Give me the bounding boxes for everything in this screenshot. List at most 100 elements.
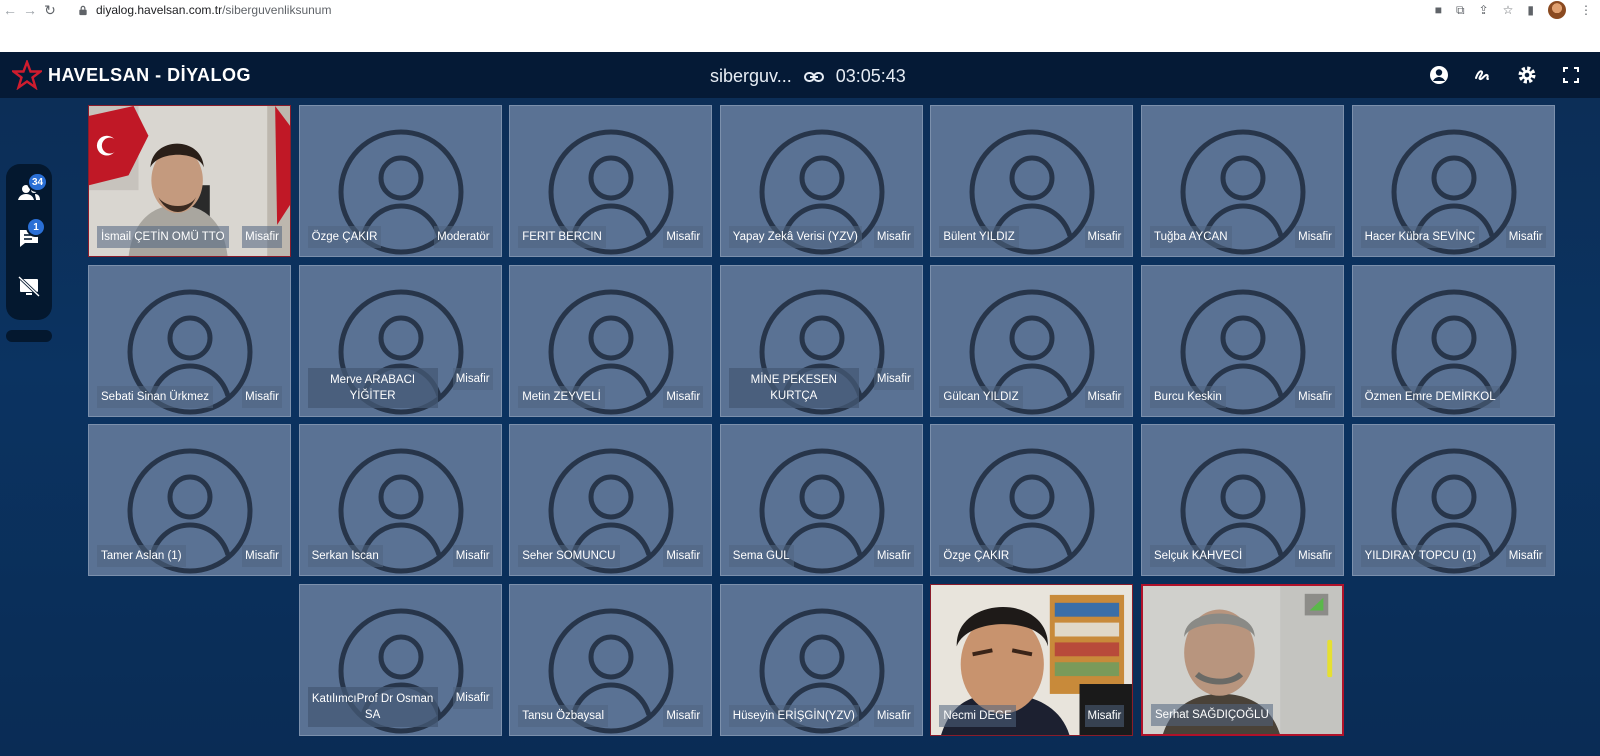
participant-name: Sebati Sinan Ürkmez xyxy=(97,385,214,408)
profile-avatar[interactable] xyxy=(1548,1,1566,19)
share-icon[interactable]: ⇪ xyxy=(1479,3,1489,17)
participant-name: Yapay Zekâ Verisi (YZV) xyxy=(728,226,862,248)
participant-grid: İsmail ÇETİN OMÜ TTO Misafir Özge ÇAKIR Mo… xyxy=(88,105,1576,755)
participant-role: Misafir xyxy=(873,367,914,390)
participant-name: Sema GUL xyxy=(728,545,794,567)
side-panel-icon[interactable]: ▮ xyxy=(1527,3,1534,17)
address-bar[interactable]: diyalog.havelsan.com.tr/siberguvenliksun… xyxy=(78,0,1378,20)
participant-role: Misafir xyxy=(452,367,493,390)
participant-name: Tansu Özbaysal xyxy=(518,704,609,727)
participant-role: Misafir xyxy=(452,686,493,709)
participant-tile[interactable]: Hacer Kübra SEVİNÇ Misafir xyxy=(1351,105,1555,257)
participant-tile[interactable]: Gülcan YILDIZ Misafir xyxy=(930,264,1134,417)
url-path: /siberguvenliksunum xyxy=(222,3,332,17)
draw-icon[interactable] xyxy=(1472,64,1494,86)
participant-name: Necmi DEGE xyxy=(939,704,1016,727)
screen-share-off-icon[interactable] xyxy=(15,272,43,300)
participant-name: Serkan Iscan xyxy=(307,545,383,567)
participant-name: Selçuk KAHVECİ xyxy=(1150,545,1247,567)
meeting-app: HAVELSAN - DİYALOG siberguv... 03:05:43 … xyxy=(0,52,1600,756)
chat-count-badge: 1 xyxy=(26,217,46,237)
translate-icon[interactable]: ⧉ xyxy=(1456,3,1465,18)
participant-name: Metin ZEYVELİ xyxy=(518,385,605,408)
rail-collapse-handle[interactable] xyxy=(6,330,52,342)
participant-tile[interactable]: Merve ARABACI YİĞİTER Misafir xyxy=(298,264,502,417)
participant-tile[interactable]: FERIT BERCIN Misafir xyxy=(509,105,713,257)
participant-tile[interactable]: Sebati Sinan Ürkmez Misafir xyxy=(88,264,291,417)
participant-tile[interactable]: Serhat SAĞDIÇOĞLU xyxy=(1141,583,1344,736)
participant-name: Özge ÇAKIR xyxy=(307,226,382,248)
back-icon[interactable]: ← xyxy=(0,2,20,18)
participant-name: YILDIRAY TOPCU (1) xyxy=(1360,545,1481,567)
menu-icon[interactable]: ⋮ xyxy=(1580,3,1592,17)
participant-role: Misafir xyxy=(1295,226,1335,248)
participant-role: Misafir xyxy=(663,226,704,248)
participant-name: Gülcan YILDIZ xyxy=(939,385,1023,408)
participant-role: Misafir xyxy=(1084,226,1125,248)
participant-tile[interactable]: Bülent YILDIZ Misafir xyxy=(930,105,1134,257)
participant-role: Misafir xyxy=(242,545,282,567)
participant-name: Seher SOMUNCU xyxy=(518,545,620,567)
participant-tile[interactable]: Özmen Emre DEMİRKOL xyxy=(1351,264,1555,417)
participant-tile[interactable]: MİNE PEKESEN KURTÇA Misafir xyxy=(719,264,923,417)
participants-count-badge: 34 xyxy=(27,172,49,192)
participant-role: Misafir xyxy=(1295,385,1335,408)
page-blank-strip xyxy=(0,20,1600,52)
fullscreen-icon[interactable] xyxy=(1560,64,1582,86)
participant-tile[interactable]: Tuğba AYCAN Misafir xyxy=(1141,105,1344,257)
participant-tile[interactable]: İsmail ÇETİN OMÜ TTO Misafir xyxy=(88,105,291,257)
participant-name: MİNE PEKESEN KURTÇA xyxy=(728,367,859,408)
participant-name: Tamer Aslan (1) xyxy=(97,545,186,567)
account-icon[interactable] xyxy=(1428,64,1450,86)
forward-icon[interactable]: → xyxy=(20,2,40,18)
participant-role: Moderatör xyxy=(434,226,493,248)
participant-tile[interactable]: Özge ÇAKIR Moderatör xyxy=(298,105,502,257)
participant-role: Misafir xyxy=(873,226,914,248)
participant-role: Misafir xyxy=(663,385,704,408)
participant-tile[interactable]: Metin ZEYVELİ Misafir xyxy=(509,264,713,417)
participant-role: Misafir xyxy=(242,226,282,248)
participant-role: Misafir xyxy=(663,704,704,727)
lock-icon xyxy=(79,5,87,15)
participant-tile[interactable]: Selçuk KAHVECİ Misafir xyxy=(1141,424,1344,576)
participant-name: Hüseyin ERİŞGİN(YZV) xyxy=(728,704,859,727)
bookmark-star-icon[interactable]: ☆ xyxy=(1503,3,1514,17)
participant-tile[interactable]: KatılımcıProf Dr Osman SA Misafir xyxy=(298,583,502,736)
link-icon[interactable] xyxy=(803,71,824,83)
participant-role: Misafir xyxy=(1505,545,1546,567)
logo: HAVELSAN - DİYALOG xyxy=(12,60,251,90)
participant-role: Misafir xyxy=(1084,704,1125,727)
participant-tile[interactable]: Burcu Keskin Misafir xyxy=(1141,264,1344,417)
settings-gear-icon[interactable] xyxy=(1516,64,1538,86)
participant-role: Misafir xyxy=(1505,226,1546,248)
camera-icon[interactable]: ■ xyxy=(1435,3,1442,17)
participant-tile[interactable]: YILDIRAY TOPCU (1) Misafir xyxy=(1351,424,1555,576)
meeting-timer: 03:05:43 xyxy=(835,66,906,86)
left-rail: 34 1 xyxy=(6,164,52,320)
participant-tile[interactable]: Necmi DEGE Misafir xyxy=(930,583,1134,736)
participant-tile[interactable]: Tamer Aslan (1) Misafir xyxy=(88,424,291,576)
participant-tile[interactable]: Serkan Iscan Misafir xyxy=(298,424,502,576)
participant-role: Misafir xyxy=(1084,385,1125,408)
participant-tile[interactable]: Yapay Zekâ Verisi (YZV) Misafir xyxy=(719,105,923,257)
participant-name: KatılımcıProf Dr Osman SA xyxy=(307,686,438,727)
logo-text: HAVELSAN - DİYALOG xyxy=(48,64,252,85)
participant-tile[interactable]: Seher SOMUNCU Misafir xyxy=(509,424,713,576)
participant-tile[interactable]: Tansu Özbaysal Misafir xyxy=(509,583,713,736)
participant-tile[interactable]: Hüseyin ERİŞGİN(YZV) Misafir xyxy=(719,583,923,736)
participant-role: Misafir xyxy=(242,385,282,408)
participant-name: Bülent YILDIZ xyxy=(939,226,1019,248)
meeting-header: siberguv... 03:05:43 xyxy=(710,66,906,87)
participant-name: Özge ÇAKIR xyxy=(939,545,1014,567)
participant-name: Merve ARABACI YİĞİTER xyxy=(307,367,438,408)
reload-icon[interactable]: ↻ xyxy=(40,2,60,19)
participant-tile[interactable]: Sema GUL Misafir xyxy=(719,424,923,576)
participant-name: Hacer Kübra SEVİNÇ xyxy=(1360,226,1480,248)
logo-star-icon xyxy=(12,60,42,90)
browser-toolbar: ← → ↻ diyalog.havelsan.com.tr/siberguven… xyxy=(0,0,1600,20)
participant-role: Misafir xyxy=(1295,545,1335,567)
participant-name: Tuğba AYCAN xyxy=(1150,226,1232,248)
participant-role: Misafir xyxy=(663,545,704,567)
participant-tile[interactable]: Özge ÇAKIR xyxy=(930,424,1134,576)
participant-name: Burcu Keskin xyxy=(1150,385,1226,408)
